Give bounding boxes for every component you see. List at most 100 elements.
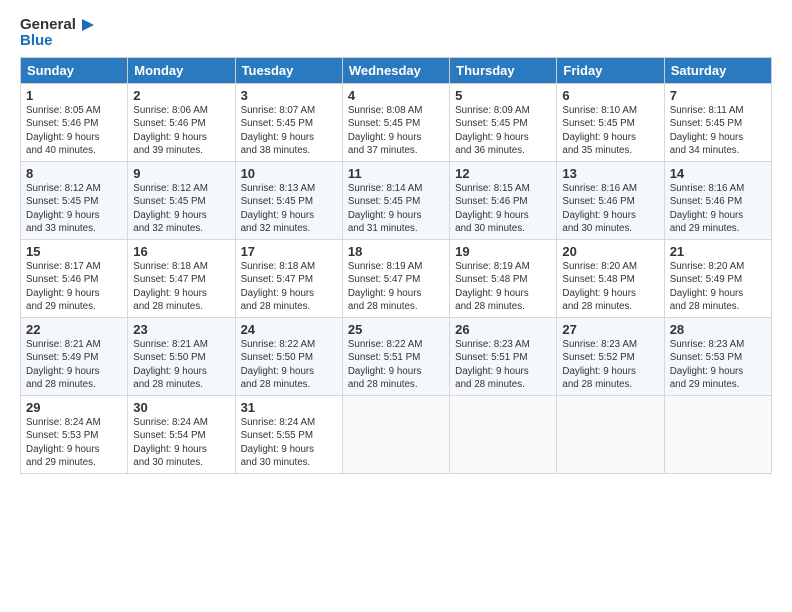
calendar-cell: 24Sunrise: 8:22 AM Sunset: 5:50 PM Dayli… — [235, 318, 342, 396]
day-number: 20 — [562, 244, 658, 259]
calendar-cell: 17Sunrise: 8:18 AM Sunset: 5:47 PM Dayli… — [235, 240, 342, 318]
calendar-cell: 25Sunrise: 8:22 AM Sunset: 5:51 PM Dayli… — [342, 318, 449, 396]
day-number: 14 — [670, 166, 766, 181]
week-row-5: 29Sunrise: 8:24 AM Sunset: 5:53 PM Dayli… — [21, 396, 772, 474]
calendar-cell: 16Sunrise: 8:18 AM Sunset: 5:47 PM Dayli… — [128, 240, 235, 318]
day-number: 12 — [455, 166, 551, 181]
week-row-4: 22Sunrise: 8:21 AM Sunset: 5:49 PM Dayli… — [21, 318, 772, 396]
logo-arrow-icon — [78, 16, 96, 34]
calendar-cell: 15Sunrise: 8:17 AM Sunset: 5:46 PM Dayli… — [21, 240, 128, 318]
cell-info: Sunrise: 8:17 AM Sunset: 5:46 PM Dayligh… — [26, 260, 122, 313]
cell-info: Sunrise: 8:24 AM Sunset: 5:53 PM Dayligh… — [26, 416, 122, 469]
col-header-monday: Monday — [128, 58, 235, 84]
cell-info: Sunrise: 8:19 AM Sunset: 5:48 PM Dayligh… — [455, 260, 551, 313]
calendar-cell: 27Sunrise: 8:23 AM Sunset: 5:52 PM Dayli… — [557, 318, 664, 396]
calendar-cell: 11Sunrise: 8:14 AM Sunset: 5:45 PM Dayli… — [342, 162, 449, 240]
calendar-cell: 7Sunrise: 8:11 AM Sunset: 5:45 PM Daylig… — [664, 84, 771, 162]
day-number: 8 — [26, 166, 122, 181]
day-number: 26 — [455, 322, 551, 337]
cell-info: Sunrise: 8:09 AM Sunset: 5:45 PM Dayligh… — [455, 104, 551, 157]
header: General Blue — [20, 16, 772, 49]
main-container: General Blue SundayMondayTuesdayWednesda… — [0, 0, 792, 484]
day-number: 1 — [26, 88, 122, 103]
cell-info: Sunrise: 8:23 AM Sunset: 5:51 PM Dayligh… — [455, 338, 551, 391]
calendar-cell: 19Sunrise: 8:19 AM Sunset: 5:48 PM Dayli… — [450, 240, 557, 318]
cell-info: Sunrise: 8:10 AM Sunset: 5:45 PM Dayligh… — [562, 104, 658, 157]
calendar-cell: 31Sunrise: 8:24 AM Sunset: 5:55 PM Dayli… — [235, 396, 342, 474]
col-header-saturday: Saturday — [664, 58, 771, 84]
week-row-2: 8 Sunrise: 8:12 AM Sunset: 5:45 PM Daylig… — [21, 162, 772, 240]
calendar-cell: 12Sunrise: 8:15 AM Sunset: 5:46 PM Dayli… — [450, 162, 557, 240]
cell-info: Sunrise: 8:21 AM Sunset: 5:50 PM Dayligh… — [133, 338, 229, 391]
col-header-tuesday: Tuesday — [235, 58, 342, 84]
cell-info: Sunrise: 8:19 AM Sunset: 5:47 PM Dayligh… — [348, 260, 444, 313]
day-number: 31 — [241, 400, 337, 415]
calendar-cell: 10Sunrise: 8:13 AM Sunset: 5:45 PM Dayli… — [235, 162, 342, 240]
col-header-sunday: Sunday — [21, 58, 128, 84]
cell-info: Sunrise: 8:13 AM Sunset: 5:45 PM Dayligh… — [241, 182, 337, 235]
calendar-cell: 3Sunrise: 8:07 AM Sunset: 5:45 PM Daylig… — [235, 84, 342, 162]
day-number: 27 — [562, 322, 658, 337]
day-number: 17 — [241, 244, 337, 259]
day-number: 16 — [133, 244, 229, 259]
calendar-cell: 1Sunrise: 8:05 AM Sunset: 5:46 PM Daylig… — [21, 84, 128, 162]
calendar-cell: 20Sunrise: 8:20 AM Sunset: 5:48 PM Dayli… — [557, 240, 664, 318]
day-number: 2 — [133, 88, 229, 103]
calendar-cell: 13Sunrise: 8:16 AM Sunset: 5:46 PM Dayli… — [557, 162, 664, 240]
day-number: 13 — [562, 166, 658, 181]
week-row-1: 1Sunrise: 8:05 AM Sunset: 5:46 PM Daylig… — [21, 84, 772, 162]
cell-info: Sunrise: 8:05 AM Sunset: 5:46 PM Dayligh… — [26, 104, 122, 157]
cell-info: Sunrise: 8:16 AM Sunset: 5:46 PM Dayligh… — [670, 182, 766, 235]
col-header-friday: Friday — [557, 58, 664, 84]
cell-info: Sunrise: 8:24 AM Sunset: 5:55 PM Dayligh… — [241, 416, 337, 469]
cell-info: Sunrise: 8:18 AM Sunset: 5:47 PM Dayligh… — [241, 260, 337, 313]
cell-info: Sunrise: 8:18 AM Sunset: 5:47 PM Dayligh… — [133, 260, 229, 313]
day-number: 11 — [348, 166, 444, 181]
calendar-cell: 8Sunrise: 8:12 AM Sunset: 5:45 PM Daylig… — [21, 162, 128, 240]
cell-info: Sunrise: 8:14 AM Sunset: 5:45 PM Dayligh… — [348, 182, 444, 235]
day-number: 9 — [133, 166, 229, 181]
cell-info: Sunrise: 8:12 AM Sunset: 5:45 PM Dayligh… — [133, 182, 229, 235]
day-number: 25 — [348, 322, 444, 337]
calendar-cell: 28Sunrise: 8:23 AM Sunset: 5:53 PM Dayli… — [664, 318, 771, 396]
calendar-cell: 26Sunrise: 8:23 AM Sunset: 5:51 PM Dayli… — [450, 318, 557, 396]
calendar-cell: 9Sunrise: 8:12 AM Sunset: 5:45 PM Daylig… — [128, 162, 235, 240]
calendar-cell — [450, 396, 557, 474]
day-number: 15 — [26, 244, 122, 259]
cell-info: Sunrise: 8:07 AM Sunset: 5:45 PM Dayligh… — [241, 104, 337, 157]
day-number: 28 — [670, 322, 766, 337]
cell-info: Sunrise: 8:20 AM Sunset: 5:48 PM Dayligh… — [562, 260, 658, 313]
calendar-table: SundayMondayTuesdayWednesdayThursdayFrid… — [20, 57, 772, 474]
col-header-thursday: Thursday — [450, 58, 557, 84]
day-number: 21 — [670, 244, 766, 259]
day-number: 3 — [241, 88, 337, 103]
cell-info: Sunrise: 8:20 AM Sunset: 5:49 PM Dayligh… — [670, 260, 766, 313]
cell-info: Sunrise: 8:24 AM Sunset: 5:54 PM Dayligh… — [133, 416, 229, 469]
calendar-cell: 30Sunrise: 8:24 AM Sunset: 5:54 PM Dayli… — [128, 396, 235, 474]
cell-info: Sunrise: 8:11 AM Sunset: 5:45 PM Dayligh… — [670, 104, 766, 157]
cell-info: Sunrise: 8:06 AM Sunset: 5:46 PM Dayligh… — [133, 104, 229, 157]
calendar-cell: 14Sunrise: 8:16 AM Sunset: 5:46 PM Dayli… — [664, 162, 771, 240]
day-number: 19 — [455, 244, 551, 259]
day-number: 18 — [348, 244, 444, 259]
day-number: 29 — [26, 400, 122, 415]
cell-info: Sunrise: 8:21 AM Sunset: 5:49 PM Dayligh… — [26, 338, 122, 391]
calendar-cell: 21Sunrise: 8:20 AM Sunset: 5:49 PM Dayli… — [664, 240, 771, 318]
calendar-cell: 22Sunrise: 8:21 AM Sunset: 5:49 PM Dayli… — [21, 318, 128, 396]
day-number: 30 — [133, 400, 229, 415]
calendar-cell: 5Sunrise: 8:09 AM Sunset: 5:45 PM Daylig… — [450, 84, 557, 162]
cell-info: Sunrise: 8:23 AM Sunset: 5:52 PM Dayligh… — [562, 338, 658, 391]
cell-info: Sunrise: 8:22 AM Sunset: 5:51 PM Dayligh… — [348, 338, 444, 391]
calendar-cell — [557, 396, 664, 474]
logo-blue: Blue — [20, 32, 53, 49]
calendar-cell: 2Sunrise: 8:06 AM Sunset: 5:46 PM Daylig… — [128, 84, 235, 162]
day-number: 22 — [26, 322, 122, 337]
calendar-cell — [664, 396, 771, 474]
cell-info: Sunrise: 8:16 AM Sunset: 5:46 PM Dayligh… — [562, 182, 658, 235]
calendar-cell: 6Sunrise: 8:10 AM Sunset: 5:45 PM Daylig… — [557, 84, 664, 162]
cell-info: Sunrise: 8:08 AM Sunset: 5:45 PM Dayligh… — [348, 104, 444, 157]
calendar-cell: 4Sunrise: 8:08 AM Sunset: 5:45 PM Daylig… — [342, 84, 449, 162]
cell-info: Sunrise: 8:22 AM Sunset: 5:50 PM Dayligh… — [241, 338, 337, 391]
day-number: 24 — [241, 322, 337, 337]
day-number: 23 — [133, 322, 229, 337]
